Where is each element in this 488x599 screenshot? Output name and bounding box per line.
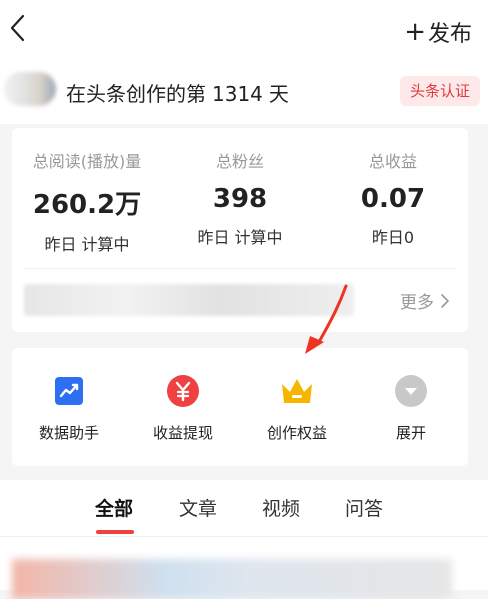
active-tab-indicator [96, 530, 134, 534]
tab-all[interactable]: 全部 [95, 494, 133, 521]
yen-icon [166, 374, 200, 408]
chart-icon [52, 374, 86, 408]
tool-withdraw[interactable]: 收益提现 [133, 374, 233, 443]
stat-total-reads[interactable]: 总阅读(播放)量 260.2万 昨日 计算中 [12, 148, 162, 255]
certification-badge[interactable]: 头条认证 [399, 76, 480, 106]
stat-label: 总收益 [368, 152, 417, 171]
tool-expand[interactable]: 展开 [361, 374, 461, 443]
tab-articles[interactable]: 文章 [179, 494, 217, 521]
tool-label: 创作权益 [266, 424, 327, 442]
stat-label: 总粉丝 [215, 152, 264, 171]
plus-icon: + [404, 17, 426, 47]
content-list [0, 537, 488, 599]
chevron-down-icon [394, 374, 428, 408]
divider [24, 268, 456, 269]
tool-creator-rights[interactable]: 创作权益 [247, 374, 347, 443]
stat-sub: 昨日 计算中 [44, 235, 130, 254]
stat-total-earnings[interactable]: 总收益 0.07 昨日0 [318, 148, 468, 248]
publish-button[interactable]: + 发布 [404, 16, 472, 48]
publish-label: 发布 [427, 22, 472, 47]
days-prefix: 在头条创作的第 [66, 82, 206, 106]
stats-card: 总阅读(播放)量 260.2万 昨日 计算中 总粉丝 398 昨日 计算中 总收… [12, 128, 468, 332]
stat-value: 398 [212, 184, 268, 214]
back-button[interactable] [6, 10, 36, 46]
tool-label: 数据助手 [38, 424, 99, 442]
tool-label: 收益提现 [152, 424, 213, 442]
stat-sub: 昨日0 [371, 228, 415, 247]
avatar[interactable] [4, 72, 56, 106]
annotation-arrow [305, 284, 348, 354]
profile-row[interactable]: 在头条创作的第 1314 天 头条认证 [0, 60, 488, 124]
stat-total-fans[interactable]: 总粉丝 398 昨日 计算中 [165, 148, 315, 248]
chevron-left-icon [10, 14, 25, 42]
chevron-right-icon [441, 293, 449, 308]
stat-value: 260.2万 [32, 190, 142, 220]
stat-sub: 昨日 计算中 [197, 228, 283, 247]
tool-data-assistant[interactable]: 数据助手 [19, 374, 119, 443]
days-count: 1314 [212, 82, 263, 106]
list-item[interactable] [12, 559, 452, 599]
crown-icon [280, 374, 314, 408]
more-link[interactable]: 更多 [400, 288, 450, 313]
stat-value: 0.07 [360, 184, 426, 214]
top-bar: + 发布 [0, 0, 488, 60]
tab-qa[interactable]: 问答 [345, 494, 383, 521]
tools-card: 数据助手 收益提现 创作权益 展开 [12, 348, 468, 466]
content-tabs: 全部 文章 视频 问答 [0, 480, 488, 536]
days-suffix: 天 [268, 82, 289, 106]
tab-videos[interactable]: 视频 [262, 494, 300, 521]
tool-label: 展开 [395, 424, 426, 442]
stat-label: 总阅读(播放)量 [32, 152, 142, 171]
more-label: 更多 [400, 293, 434, 313]
creation-days-text: 在头条创作的第 1314 天 [66, 78, 289, 107]
